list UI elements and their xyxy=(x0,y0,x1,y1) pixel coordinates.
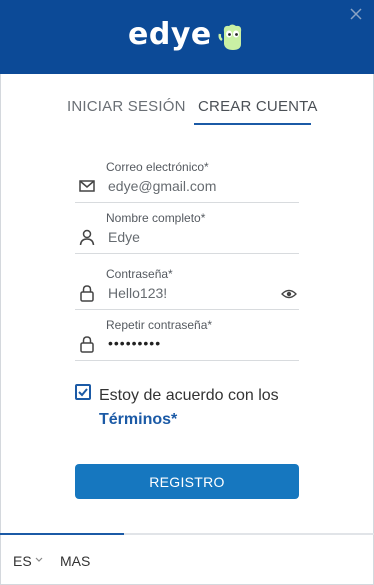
required-mark: * xyxy=(171,411,178,428)
show-password-icon[interactable] xyxy=(281,288,297,300)
user-icon xyxy=(79,229,95,246)
password-input[interactable]: Hello123! xyxy=(108,285,167,301)
repeat-password-label: Repetir contraseña* xyxy=(106,318,213,332)
chevron-down-icon[interactable] xyxy=(35,557,43,563)
active-tab-indicator xyxy=(194,123,311,125)
mail-icon xyxy=(79,180,95,192)
password-label: Contraseña* xyxy=(106,267,173,281)
mascot-icon xyxy=(218,24,242,50)
lock-icon xyxy=(80,285,94,302)
password-field[interactable]: Contraseña* Hello123! xyxy=(75,267,299,310)
email-field[interactable]: Correo electrónico* edye@gmail.com xyxy=(75,160,299,203)
tab-login[interactable]: INICIAR SESIÓN xyxy=(67,98,186,115)
register-button[interactable]: REGISTRO xyxy=(75,464,299,499)
language-selector[interactable]: ES xyxy=(13,553,32,569)
close-icon[interactable] xyxy=(348,6,364,22)
auth-tabs: INICIAR SESIÓN CREAR CUENTA xyxy=(0,98,374,128)
name-input[interactable]: Edye xyxy=(108,229,140,245)
edye-logo: edye xyxy=(128,17,212,52)
email-input[interactable]: edye@gmail.com xyxy=(108,178,216,194)
repeat-password-field[interactable]: Repetir contraseña* ••••••••• xyxy=(75,318,299,361)
name-field[interactable]: Nombre completo* Edye xyxy=(75,211,299,254)
lock-icon xyxy=(80,336,94,353)
terms-line: Términos* xyxy=(99,411,177,429)
email-label: Correo electrónico* xyxy=(106,160,209,174)
more-link[interactable]: MAS xyxy=(60,553,90,569)
terms-checkbox[interactable] xyxy=(75,384,91,400)
footer-active-indicator xyxy=(0,533,124,535)
agreement-text: Estoy de acuerdo con los xyxy=(99,387,279,404)
name-label: Nombre completo* xyxy=(106,211,206,225)
repeat-password-input[interactable]: ••••••••• xyxy=(108,335,161,351)
tab-create-account[interactable]: CREAR CUENTA xyxy=(198,98,318,115)
terms-link[interactable]: Términos xyxy=(99,411,171,428)
app-header: edye xyxy=(0,0,374,74)
checkmark-icon xyxy=(78,388,88,397)
